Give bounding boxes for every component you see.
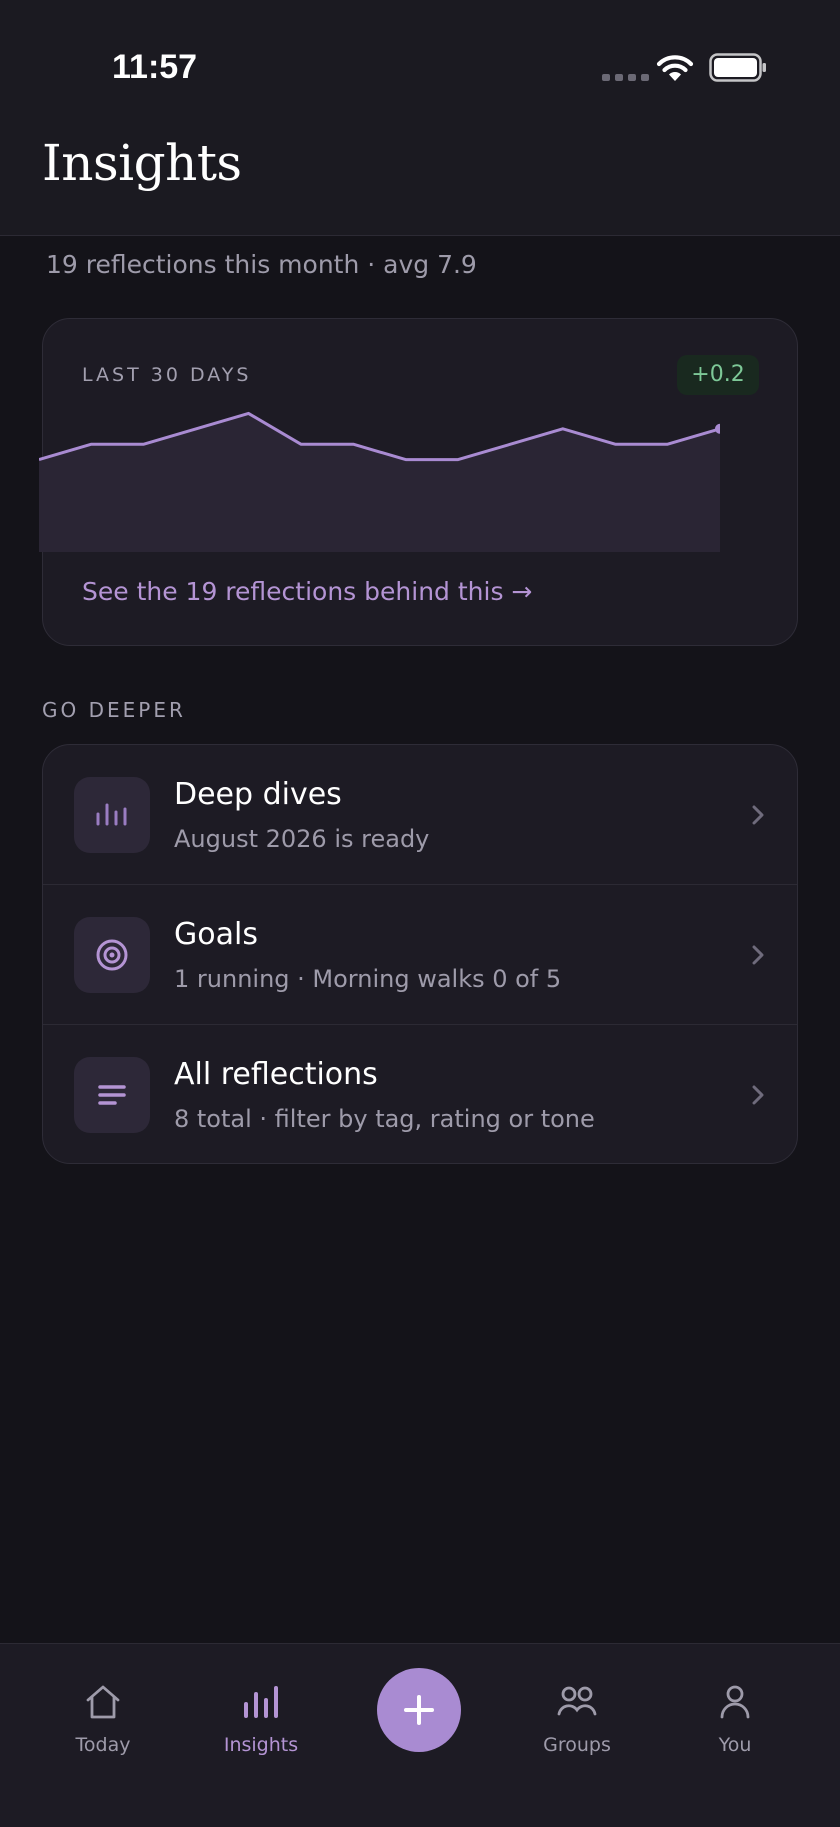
row-subtitle: August 2026 is ready xyxy=(174,825,430,853)
go-deeper-list: Deep dives August 2026 is ready Goals 1 … xyxy=(42,744,798,1164)
home-icon xyxy=(86,1685,120,1719)
chevron-right-icon xyxy=(752,805,764,825)
add-reflection-button[interactable] xyxy=(377,1668,461,1752)
nav-today[interactable]: Today xyxy=(33,1682,173,1756)
row-subtitle: 8 total · filter by tag, rating or tone xyxy=(174,1105,595,1133)
row-title: All reflections xyxy=(174,1057,378,1092)
monthly-summary: 19 reflections this month · avg 7.9 xyxy=(46,250,477,279)
see-reflections-link[interactable]: See the 19 reflections behind this → xyxy=(82,577,532,606)
trend-chart xyxy=(39,411,720,552)
plus-icon xyxy=(404,1695,434,1725)
nav-you[interactable]: You xyxy=(665,1682,805,1756)
trend-area xyxy=(39,413,720,552)
list-lines-icon xyxy=(74,1057,150,1133)
nav-groups[interactable]: Groups xyxy=(507,1682,647,1756)
cellular-signal-icon xyxy=(602,74,649,81)
goals-row[interactable]: Goals 1 running · Morning walks 0 of 5 xyxy=(43,885,797,1025)
nav-label: You xyxy=(718,1734,752,1756)
person-icon xyxy=(720,1685,750,1719)
status-time: 11:57 xyxy=(112,48,198,86)
chevron-right-icon xyxy=(752,1085,764,1105)
header: 11:57 Insights xyxy=(0,0,840,236)
battery-icon xyxy=(709,53,766,82)
row-subtitle: 1 running · Morning walks 0 of 5 xyxy=(174,965,562,993)
page-title: Insights xyxy=(42,134,242,192)
chevron-right-icon xyxy=(752,945,764,965)
bar-chart-icon xyxy=(244,1686,278,1718)
nav-label: Today xyxy=(75,1734,131,1756)
nav-label: Insights xyxy=(223,1734,299,1756)
chart-period-label: LAST 30 DAYS xyxy=(82,364,252,386)
wifi-icon xyxy=(656,55,694,81)
insights-screen: 11:57 Insights 19 reflections this month… xyxy=(0,0,840,1827)
nav-label: Groups xyxy=(543,1734,611,1756)
section-label: GO DEEPER xyxy=(42,698,186,722)
bottom-nav: Today Insights Groups You xyxy=(0,1643,840,1827)
people-icon xyxy=(557,1686,597,1716)
all-reflections-row[interactable]: All reflections 8 total · filter by tag,… xyxy=(43,1025,797,1163)
row-title: Deep dives xyxy=(174,777,342,812)
bar-chart-icon xyxy=(74,777,150,853)
target-icon xyxy=(74,917,150,993)
deep-dives-row[interactable]: Deep dives August 2026 is ready xyxy=(43,745,797,885)
row-title: Goals xyxy=(174,917,258,952)
delta-badge: +0.2 xyxy=(677,355,759,395)
nav-insights[interactable]: Insights xyxy=(191,1682,331,1756)
